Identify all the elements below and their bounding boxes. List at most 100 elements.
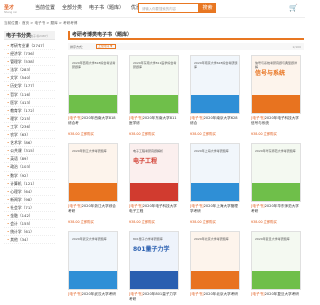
book-title[interactable]: [电子书]2020年801量子力学考研 [129, 292, 179, 305]
sidebar-item[interactable]: •农学（63） [4, 131, 55, 140]
site-logo[interactable]: 圣才 Sheng cai [4, 4, 23, 16]
sidebar-item[interactable]: •考研专业课（2747） [4, 42, 55, 51]
book-title[interactable]: [电子书]2020年北京大学考研 [190, 292, 240, 305]
book-cover[interactable]: 2020年复旦大学考研题库 [251, 231, 301, 290]
sidebar-item-label: 文学（540） [10, 75, 33, 81]
cover-band [191, 95, 239, 113]
cover-text: 电子工程考研真题解析 [133, 149, 164, 153]
book-title[interactable]: [电子书]2020年东南大学811医学综 [129, 116, 179, 130]
cover-text: 2020年武汉大学考研题库 [72, 237, 107, 241]
sidebar-item[interactable]: •艺术学（86） [4, 139, 55, 148]
book-tag: [电子书] [251, 116, 265, 120]
cover-text: 2020年复旦大学考研题库 [255, 237, 290, 241]
main-nav: 当前位置 全部分类 电子书（题库） 优惠券 [35, 4, 153, 13]
book-title[interactable]: [电子书]2020年上海大学管理学考研 [190, 204, 240, 218]
book-tag: [电子书] [129, 292, 143, 296]
sidebar-item[interactable]: •数学（92） [4, 172, 55, 180]
sidebar-item-label: 艺术学（86） [10, 140, 35, 146]
book-title[interactable]: [电子书]2020年复旦大学考研 [251, 292, 301, 305]
bullet-icon: • [7, 229, 10, 235]
search-input[interactable]: 请输入你要搜索的内容 [138, 3, 199, 13]
bullet-icon: • [7, 132, 10, 138]
book-title[interactable]: [电子书]2020年华东师范大学考研 [251, 204, 301, 218]
book-title[interactable]: [电子书]2020年西南大学818综合考 [68, 116, 118, 130]
bullet-icon: • [7, 164, 10, 170]
book-cover[interactable]: 2020年西南大学818综合考试考研题库 [68, 55, 118, 114]
book-cover[interactable]: 2020年北京大学考研题库 [190, 231, 240, 290]
book-cover[interactable]: 801量子力学考研题库 801量子力学 [129, 231, 179, 290]
cover-text: 2020年东南大学811医学综合考研题库 [133, 61, 177, 69]
nav-item-all[interactable]: 全部分类 [62, 4, 82, 13]
book-cover[interactable]: 电子工程考研真题解析 电子工程 [129, 143, 179, 202]
sidebar-item[interactable]: •政治（103） [4, 163, 55, 172]
cover-big-title: 信号与系统 [255, 70, 286, 77]
sidebar-item[interactable]: •公共课（315） [4, 147, 55, 156]
book-cover[interactable]: 2020年浙江大学考研题库 [68, 143, 118, 202]
book-tag: [电子书] [129, 116, 143, 120]
sidebar-item[interactable]: •经济学（736） [4, 50, 55, 59]
cover-band [191, 271, 239, 289]
book-title[interactable]: [电子书]2020年武汉大学考研 [68, 292, 118, 305]
pager[interactable]: 1/100 [292, 45, 301, 49]
sidebar-item[interactable]: •历史学（177） [4, 82, 55, 91]
sidebar-item[interactable]: •金融（142） [4, 212, 55, 221]
bullet-icon: • [7, 115, 10, 121]
bullet-icon: • [7, 123, 10, 129]
book-title-text: 2020年武汉大学考研 [81, 292, 116, 296]
sidebar-item[interactable]: •计算机（121） [4, 180, 55, 188]
search-button[interactable]: 搜索 [199, 3, 216, 13]
nav-item-location[interactable]: 当前位置 [35, 4, 55, 13]
book-cover[interactable]: 信号与系统考研真题与典型题详解 信号与系统 [251, 55, 301, 114]
book-title-text: 2020年北京大学考研 [203, 292, 238, 296]
sidebar-item[interactable]: •工学（236） [4, 123, 55, 132]
sidebar-item[interactable]: •理学（215） [4, 115, 55, 123]
bullet-icon: • [7, 188, 10, 194]
book-title[interactable]: [电子书]2020年南京大学628综合 [190, 116, 240, 130]
bullet-icon: • [7, 196, 10, 202]
book-tag: [电子书] [68, 204, 82, 208]
cover-big-title: 801量子力学 [133, 246, 170, 253]
book-title-text: 2020年复旦大学考研 [264, 292, 299, 296]
book-cover[interactable]: 2020年上海大学考研题库 [190, 143, 240, 202]
sidebar-item[interactable]: •会计（155） [4, 220, 55, 229]
sidebar-item[interactable]: •法学（283） [4, 66, 55, 75]
sort-select[interactable]: 上架时间 ▼ [96, 44, 116, 49]
cover-band [69, 271, 117, 289]
nav-item-ebook[interactable]: 电子书（题库） [89, 4, 124, 13]
sidebar-item[interactable]: •心理学（64） [4, 188, 55, 196]
sidebar-item-label: 农学（63） [10, 132, 31, 138]
sidebar-item-label: 社会学（71） [10, 204, 35, 210]
cover-text: 2020年南京大学628综合考研题库 [194, 61, 238, 69]
top-header: 圣才 Sheng cai 当前位置 全部分类 电子书（题库） 优惠券 请输入你要… [0, 0, 305, 18]
cover-text: 2020年西南大学818综合考试考研题库 [72, 61, 116, 69]
book-cover[interactable]: 2020年华东师范大学考研题库 [251, 143, 301, 202]
sidebar-item[interactable]: •管理学（538） [4, 58, 55, 67]
book-title[interactable]: [电子书]2020年浙江大学综合考研 [68, 204, 118, 218]
sidebar-item[interactable]: •社会学（71） [4, 204, 55, 212]
sidebar-item[interactable]: •医学（413） [4, 99, 55, 107]
bullet-icon: • [7, 43, 10, 48]
sidebar-item-label: 心理学（64） [10, 188, 35, 194]
book-cover[interactable]: 2020年东南大学811医学综合考研题库 [129, 55, 179, 114]
sidebar-item[interactable]: •英语（89） [4, 155, 55, 164]
sidebar-item-label: 数学（92） [10, 172, 31, 178]
book-cover[interactable]: 2020年武汉大学考研题库 [68, 231, 118, 290]
bullet-icon: • [7, 67, 10, 73]
sidebar-item[interactable]: •文学（540） [4, 74, 55, 83]
sidebar-item[interactable]: •新闻学（98） [4, 196, 55, 204]
cover-text: 801量子力学考研题库 [133, 237, 163, 241]
book-cover[interactable]: 2020年南京大学628综合考研题库 [190, 55, 240, 114]
sidebar-item[interactable]: •教育学（172） [4, 107, 55, 115]
cart-icon[interactable]: 🛒 [289, 4, 300, 13]
book-title[interactable]: [电子书]2020年电子科技大学电子工程 [129, 204, 179, 218]
sidebar-item-label: 其他（34） [10, 237, 31, 243]
book-title[interactable]: [电子书]2020年电子科技大学信号与系统 [251, 116, 301, 130]
sort-bar: 排序方式： 上架时间 ▼ 1/100 [68, 43, 304, 50]
bullet-icon: • [7, 212, 10, 218]
sidebar-item-label: 教育学（172） [10, 107, 37, 113]
sidebar-item[interactable]: •哲学（116） [4, 91, 55, 99]
sidebar-item[interactable]: •其他（34） [4, 236, 55, 245]
sidebar-item[interactable]: •统计学（61） [4, 228, 55, 237]
cover-band [130, 95, 178, 113]
cover-band [252, 95, 300, 113]
